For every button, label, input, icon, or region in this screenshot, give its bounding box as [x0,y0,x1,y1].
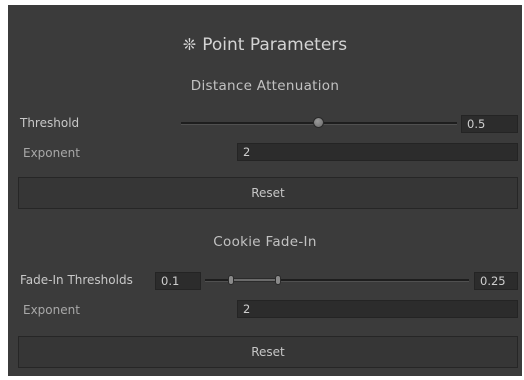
threshold-slider[interactable] [181,117,457,128]
fade-in-range-slider[interactable] [205,275,469,285]
fade-in-range-min-handle[interactable] [228,275,234,285]
fade-in-range-fill[interactable] [230,278,279,282]
panel-header: ❊ Point Parameters [8,35,522,55]
fade-in-min-field[interactable]: 0.1 [155,272,201,290]
cookie-exponent-label: Exponent [23,303,80,317]
fade-in-max-field[interactable]: 0.25 [474,272,518,290]
exponent-label: Exponent [23,146,80,160]
fade-in-thresholds-label: Fade-In Thresholds [20,273,133,287]
threshold-label: Threshold [20,116,80,130]
sun-icon: ❊ [182,35,197,54]
section-title-cookie-fade-in: Cookie Fade-In [213,234,317,250]
exponent-field[interactable]: 2 [237,143,518,161]
threshold-value-field[interactable]: 0.5 [461,115,518,133]
section-title-distance-attenuation: Distance Attenuation [190,78,340,94]
fade-in-range-max-handle[interactable] [275,275,281,285]
point-parameters-panel: ❊ Point Parameters Distance Attenuation T… [8,5,522,376]
cookie-reset-button[interactable]: Reset [18,336,518,368]
panel-title: Point Parameters [202,35,348,55]
cookie-exponent-field[interactable]: 2 [237,300,518,318]
reset-button[interactable]: Reset [18,177,518,209]
threshold-slider-knob[interactable] [313,117,324,128]
